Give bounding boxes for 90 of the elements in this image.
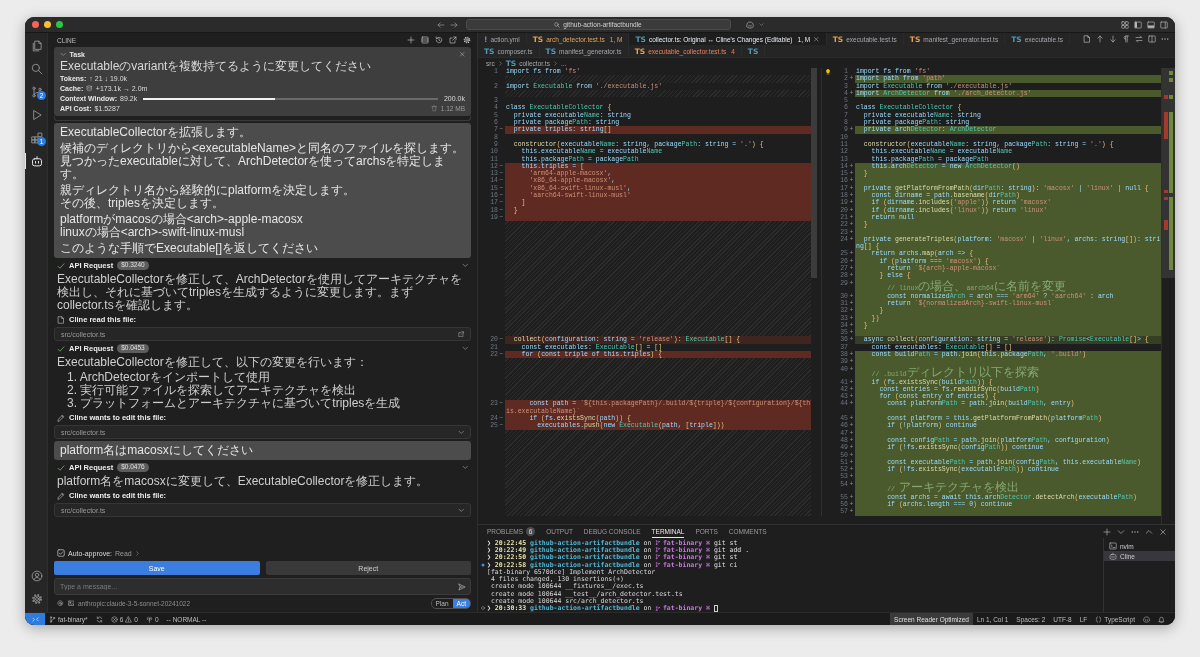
chevron-down-icon[interactable]	[1117, 527, 1125, 536]
at-sign-icon[interactable]	[57, 600, 64, 607]
image-icon[interactable]	[67, 600, 74, 607]
auto-approve-checkbox[interactable]	[57, 549, 65, 557]
close-icon[interactable]	[458, 51, 465, 58]
scrollbar-thumb[interactable]	[811, 68, 817, 278]
arrow-up-icon[interactable]	[1096, 35, 1104, 43]
close-icon[interactable]	[1159, 527, 1167, 536]
message-text: その後、triplesを決定します。	[60, 197, 224, 210]
plus-icon[interactable]	[407, 36, 415, 44]
window-close-button[interactable]	[32, 21, 39, 28]
message-text: ExecutableCollectorを修正して、ArchDetectorを使用してアーキテクチャを検出し、それに基づいてtriplesを生成するように変更します。まずcollector.tsを確認します。	[56, 273, 463, 312]
robot-face-icon[interactable]	[1143, 615, 1150, 623]
error-icon	[110, 615, 118, 623]
sidebar-right-icon[interactable]	[1160, 20, 1168, 29]
sync-icon[interactable]	[95, 615, 103, 623]
chevron-down-icon[interactable]	[457, 428, 464, 436]
close-icon[interactable]	[813, 35, 820, 43]
back-arrow-icon[interactable]	[436, 20, 445, 29]
chevron-right-icon[interactable]	[134, 550, 140, 556]
chevron-down-icon[interactable]	[457, 506, 464, 514]
remote-button[interactable]	[25, 613, 45, 625]
pencil-icon	[57, 413, 65, 422]
more-icon[interactable]	[1161, 35, 1169, 43]
source-control-icon	[30, 86, 43, 98]
remote-icon	[31, 615, 39, 623]
robot-icon	[30, 155, 43, 167]
chevron-down-icon[interactable]	[758, 22, 764, 27]
message-text: ExecutableCollectorを修正して、以下の変更を行います：	[56, 356, 369, 369]
send-icon[interactable]	[458, 582, 466, 591]
warning-icon	[125, 615, 133, 623]
chevron-up-icon[interactable]	[1145, 527, 1153, 536]
robot-face-icon[interactable]	[745, 20, 754, 29]
message-text: 親ディレクトリ名から経験的にplatformを決定します。	[60, 184, 357, 197]
history-icon[interactable]	[435, 36, 443, 44]
split-editor-icon[interactable]	[1148, 35, 1156, 43]
terminal-icon	[1109, 542, 1117, 550]
play-icon	[30, 109, 43, 121]
list-item: 3. プラットフォームとアーキテクチャに基づいてtriplesを生成	[66, 397, 402, 410]
list-item: 1. ArchDetectorをインポートして使用	[66, 371, 271, 384]
plus-icon[interactable]	[1103, 527, 1111, 536]
extensions-icon	[30, 132, 43, 144]
file-icon[interactable]	[1083, 35, 1091, 43]
message-text: 見つかったexecutableに対して、ArchDetectorを使ってarchsを特定します。	[60, 155, 446, 181]
layout-icon[interactable]	[1121, 20, 1129, 29]
external-link-icon[interactable]	[457, 330, 464, 338]
chevron-down-icon[interactable]	[60, 51, 67, 58]
message-text: ExecutableCollectorを拡張します。	[60, 126, 252, 139]
pilcrow-icon[interactable]	[1122, 35, 1130, 43]
database-icon	[86, 85, 93, 92]
message-text: platform名をmacosxに変更して、ExecutableCollectorを修正します。	[56, 475, 430, 488]
forward-arrow-icon[interactable]	[449, 20, 458, 29]
external-link-icon[interactable]	[449, 36, 457, 44]
message-text: このような手順でExecutable[]を返してください	[60, 242, 320, 255]
braces-icon	[1095, 615, 1103, 623]
arrow-down-icon[interactable]	[1109, 35, 1117, 43]
file-icon	[57, 315, 65, 324]
settings-icon[interactable]	[463, 36, 471, 44]
account-icon	[30, 570, 43, 582]
chevron-down-icon[interactable]	[461, 345, 468, 352]
chevron-down-icon[interactable]	[461, 262, 468, 269]
swap-arrows-icon[interactable]	[1135, 35, 1143, 43]
branch-icon	[49, 615, 56, 623]
robot-icon	[1109, 552, 1117, 560]
panel-bottom-icon[interactable]	[1147, 20, 1155, 29]
chevron-right-icon	[497, 60, 503, 66]
chevron-right-icon	[552, 60, 558, 66]
pencil-icon	[57, 491, 65, 500]
status-dot-icon[interactable]	[481, 562, 485, 567]
branch-icon	[655, 605, 661, 612]
ring-icon[interactable]	[481, 606, 485, 611]
search-icon	[30, 63, 43, 75]
task-title: Executableのvariantを複数持てるように変更してください	[60, 60, 373, 73]
list-icon[interactable]	[421, 36, 429, 44]
settings-icon	[30, 593, 43, 605]
trash-icon[interactable]	[431, 105, 438, 112]
search-icon	[554, 21, 561, 28]
antenna-icon	[145, 615, 153, 623]
message-text: platformがmacosの場合<arch>-apple-macosx	[60, 213, 304, 226]
window-zoom-button[interactable]	[56, 21, 63, 28]
bell-icon[interactable]	[1158, 615, 1165, 623]
files-icon	[30, 40, 43, 52]
lightbulb-icon[interactable]	[824, 68, 831, 76]
message-text: 候補のディレクトリから<executableName>と同名のファイルを探します。	[60, 142, 465, 155]
list-item: 2. 実行可能ファイルを探索してアーキテクチャを検出	[66, 384, 358, 397]
window-minimize-button[interactable]	[44, 21, 51, 28]
chevron-down-icon[interactable]	[461, 464, 468, 471]
message-text: linuxの場合<arch>-swift-linux-musl	[60, 226, 245, 239]
message-text: platform名はmacosxにしてください	[60, 444, 254, 457]
sidebar-left-icon[interactable]	[1134, 20, 1142, 29]
